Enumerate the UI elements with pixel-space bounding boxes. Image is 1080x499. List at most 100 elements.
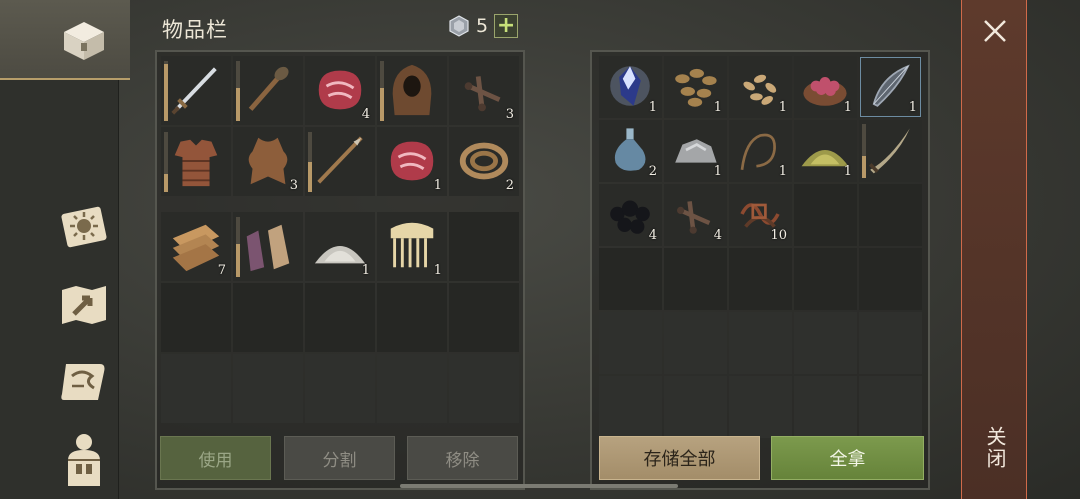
item-slot[interactable]: 4 (664, 184, 727, 246)
storage-grid: 1 1 1 1 1 2 1 1 1 4 4 10 (599, 56, 922, 438)
hood-icon (392, 64, 432, 116)
empty-slot[interactable] (664, 312, 727, 374)
saber-icon (868, 128, 910, 174)
item-quantity: 1 (908, 100, 917, 115)
item-slot[interactable]: 2 (449, 127, 519, 196)
add-gem-button[interactable]: + (494, 14, 519, 38)
animal-hide-icon (248, 137, 288, 185)
item-slot[interactable] (859, 120, 922, 182)
empty-slot[interactable] (161, 354, 231, 423)
split-button[interactable]: 分割 (284, 436, 395, 480)
item-quantity: 4 (713, 228, 722, 243)
item-quantity: 1 (433, 263, 442, 278)
item-slot[interactable]: 1 (729, 120, 792, 182)
item-slot[interactable]: 3 (449, 56, 519, 125)
item-quantity: 2 (505, 178, 514, 193)
empty-slot[interactable] (794, 376, 857, 438)
item-slot[interactable]: 1 (729, 56, 792, 118)
scroll-indicator[interactable] (400, 484, 678, 488)
item-slot[interactable]: 10 (729, 184, 792, 246)
empty-slot[interactable] (449, 354, 519, 423)
empty-slot[interactable] (794, 248, 857, 310)
wooden-spear-icon (317, 136, 363, 184)
empty-slot[interactable] (664, 248, 727, 310)
empty-slot[interactable] (859, 184, 922, 246)
empty-slot[interactable] (859, 248, 922, 310)
item-slot[interactable] (161, 56, 231, 125)
item-quantity: 1 (843, 100, 852, 115)
empty-slot[interactable] (233, 283, 303, 352)
inventory-grid-bottom: 7 1 1 (161, 212, 519, 423)
gem-icon (449, 15, 469, 37)
sidebar (0, 0, 130, 499)
take-all-button[interactable]: 全拿 (771, 436, 924, 480)
empty-slot[interactable] (599, 312, 662, 374)
empty-slot[interactable] (377, 354, 447, 423)
inventory-title: 物品栏 (162, 18, 228, 42)
item-quantity: 1 (713, 164, 722, 179)
item-slot[interactable]: 1 (377, 127, 447, 196)
quest-scroll-icon[interactable] (54, 354, 114, 410)
item-slot[interactable] (161, 127, 231, 196)
item-slot[interactable]: 1 (599, 56, 662, 118)
empty-slot[interactable] (161, 283, 231, 352)
item-slot[interactable] (233, 56, 303, 125)
gloves-icon (246, 224, 290, 272)
empty-slot[interactable] (794, 312, 857, 374)
empty-slot[interactable] (664, 376, 727, 438)
item-quantity: 1 (778, 164, 787, 179)
item-quantity: 4 (361, 107, 370, 122)
empty-slot[interactable] (377, 283, 447, 352)
sidebar-tab-inventory[interactable] (0, 0, 130, 80)
empty-slot[interactable] (305, 283, 375, 352)
empty-slot[interactable] (794, 184, 857, 246)
item-slot[interactable]: 1 (664, 56, 727, 118)
item-slot[interactable]: 7 (161, 212, 231, 281)
raw-meat-icon (390, 141, 434, 181)
empty-slot[interactable] (729, 248, 792, 310)
item-slot[interactable]: 1 (664, 120, 727, 182)
item-slot[interactable]: 1 (859, 56, 922, 118)
item-slot[interactable]: 4 (305, 56, 375, 125)
empty-slot[interactable] (305, 354, 375, 423)
item-quantity: 1 (433, 178, 442, 193)
item-slot[interactable]: 1 (305, 212, 375, 281)
empty-slot[interactable] (233, 354, 303, 423)
item-quantity: 1 (778, 100, 787, 115)
empty-slot[interactable] (729, 376, 792, 438)
salt-pile-icon (314, 246, 366, 264)
item-slot[interactable]: 4 (599, 184, 662, 246)
close-panel[interactable]: 关闭 (961, 0, 1027, 499)
item-slot[interactable] (305, 127, 375, 196)
use-button[interactable]: 使用 (160, 436, 271, 480)
remove-button[interactable]: 移除 (407, 436, 518, 480)
character-icon[interactable] (54, 430, 114, 486)
chest-icon (54, 10, 114, 66)
torch-icon (248, 66, 289, 111)
item-slot[interactable]: 3 (233, 127, 303, 196)
empty-slot[interactable] (859, 312, 922, 374)
empty-slot[interactable] (599, 248, 662, 310)
empty-slot[interactable] (449, 212, 519, 281)
bone-comb-icon (390, 222, 434, 268)
empty-slot[interactable] (599, 376, 662, 438)
map-icon[interactable] (54, 276, 114, 332)
empty-slot[interactable] (449, 283, 519, 352)
item-slot[interactable]: 1 (377, 212, 447, 281)
item-slot[interactable]: 1 (794, 120, 857, 182)
raw-meat-icon (318, 70, 362, 110)
empty-slot[interactable] (729, 312, 792, 374)
rope-icon (459, 142, 509, 180)
sun-scroll-icon[interactable] (54, 198, 114, 254)
item-slot[interactable]: 2 (599, 120, 662, 182)
item-slot[interactable]: 1 (794, 56, 857, 118)
item-quantity: 3 (505, 107, 514, 122)
close-label: 关闭 (983, 426, 1007, 470)
item-quantity: 4 (648, 228, 657, 243)
item-slot[interactable] (233, 212, 303, 281)
store-all-button[interactable]: 存储全部 (599, 436, 760, 480)
sword-icon (171, 67, 217, 115)
item-slot[interactable] (377, 56, 447, 125)
close-icon[interactable] (982, 18, 1008, 44)
empty-slot[interactable] (859, 376, 922, 438)
